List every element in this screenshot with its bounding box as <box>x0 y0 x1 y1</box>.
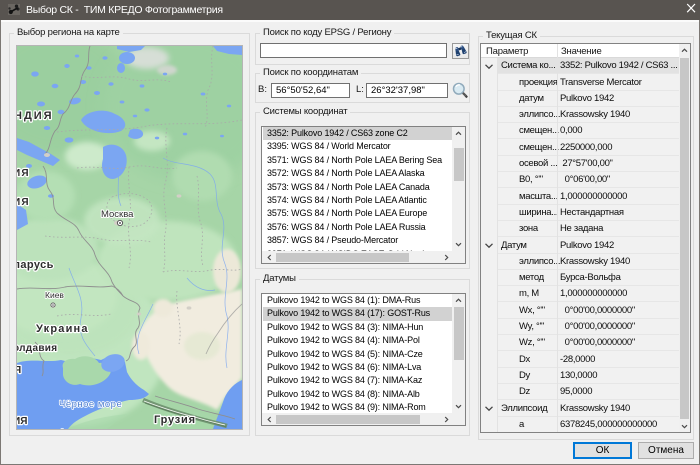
svg-text:Киев: Киев <box>45 290 64 300</box>
svg-text:Москва: Москва <box>101 209 134 220</box>
svg-text:Грузия: Грузия <box>154 414 196 426</box>
svg-text:Чёрное море: Чёрное море <box>59 399 122 410</box>
svg-text:НДИЯ: НДИЯ <box>17 110 54 122</box>
svg-text:Украина: Украина <box>36 323 89 335</box>
svg-text:ИЯ: ИЯ <box>17 168 30 179</box>
svg-text:ларусь: ларусь <box>17 259 54 271</box>
svg-text:Анапа: Анапа <box>59 428 87 429</box>
svg-text:Я: Я <box>17 365 21 376</box>
svg-text:ИЯ: ИЯ <box>17 416 27 427</box>
svg-text:ИЯ: ИЯ <box>17 197 30 208</box>
svg-text:олдавия: олдавия <box>17 343 57 354</box>
